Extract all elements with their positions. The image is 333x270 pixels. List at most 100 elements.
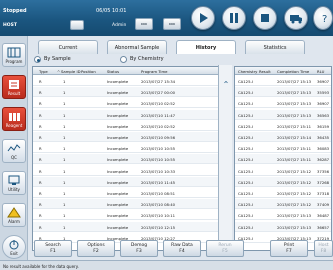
alarm-icon <box>7 207 21 218</box>
nav-result[interactable]: Result <box>2 75 26 99</box>
start-button[interactable] <box>191 6 215 30</box>
table-row[interactable]: CA125-I 2013/07/27 15:13 35593 <box>235 87 331 98</box>
help-button[interactable]: ? <box>313 6 333 30</box>
tab-history[interactable]: History <box>176 40 236 54</box>
table-row[interactable]: CA125-I 2013/07/27 15:12 37409 <box>235 199 331 210</box>
cell-chemistry: CA125-I <box>238 213 253 219</box>
function-button-f1[interactable]: Search F1 <box>34 240 72 257</box>
cell-chemistry: CA125-I <box>238 135 253 140</box>
function-button-f3[interactable]: Demog F3 <box>120 240 158 257</box>
nav-alarm[interactable]: Alarm <box>2 203 26 227</box>
result-tabs: Current Abnormal Sample History Statisti… <box>32 40 332 54</box>
table-row[interactable]: CA125-I 2013/07/27 15:13 36907 <box>235 76 331 86</box>
table-scrollbar[interactable]: ⌃ ⌄ <box>218 65 232 251</box>
table-row[interactable]: R 1 Incomplete 2013/07/10 08:51 <box>33 188 218 198</box>
table-row[interactable]: R 1 Incomplete 2013/07/10 11:47 <box>33 109 218 120</box>
cell-program-time: 2013/07/10 02:52 <box>141 101 176 107</box>
table-row[interactable]: R 1 Incomplete 2013/07/10 10:11 <box>33 210 218 221</box>
cell-rlu: 36287 <box>317 157 330 163</box>
tab-abnormal-sample[interactable]: Abnormal Sample <box>107 40 167 54</box>
table-row[interactable]: CA125-I 2013/07/27 15:13 36657 <box>235 221 331 232</box>
col-completion-time[interactable]: Completion Time <box>277 69 309 74</box>
table-row[interactable]: CA125-I 2013/07/27 15:11 36159 <box>235 121 331 131</box>
emergency-button[interactable] <box>284 6 308 30</box>
function-button-f2[interactable]: Options F2 <box>77 240 115 257</box>
function-button-f8[interactable]: Host F8 <box>314 240 333 257</box>
table-row[interactable]: R 1 Incomplete 2013/07/27 00:00 <box>33 87 218 98</box>
tab-current[interactable]: Current <box>38 40 98 54</box>
table-row[interactable]: R 1 Incomplete 2013/07/10 11:45 <box>33 176 218 187</box>
cell-completion-time: 2013/07/27 15:13 <box>277 101 312 107</box>
nav-reagent[interactable]: Reagent <box>2 107 26 131</box>
function-key-label: F2 <box>93 249 99 254</box>
table-row[interactable]: R 1 Incomplete 2013/07/10 10:33 <box>33 166 218 176</box>
table-row[interactable]: CA125-I 2013/07/27 15:13 36487 <box>235 210 331 221</box>
table-row[interactable]: CA125-I 2013/07/27 15:14 36435 <box>235 132 331 142</box>
stop-button[interactable] <box>253 6 277 30</box>
cell-status: Incomplete <box>107 101 129 107</box>
consumables-status-icon[interactable]: RRR <box>163 18 181 30</box>
function-button-f4[interactable]: Raw Data F4 <box>163 240 201 257</box>
cell-sample-id: 1 <box>63 101 66 107</box>
col-position[interactable]: Position <box>81 69 96 74</box>
nav-exit[interactable]: Exit <box>2 235 26 259</box>
col-chemistry[interactable]: Chemistry <box>238 69 257 74</box>
cell-rlu: 36083 <box>317 146 330 152</box>
table-row[interactable]: R 1 Incomplete 2013/07/10 02:52 <box>33 121 218 131</box>
table-row[interactable]: CA125-I 2013/07/27 15:12 37268 <box>235 176 331 187</box>
cell-type: R <box>39 101 42 107</box>
table-row[interactable]: CA125-I 2013/07/27 15:13 36907 <box>235 98 331 109</box>
table-row[interactable]: R 1 Incomplete 2013/07/10 10:55 <box>33 143 218 154</box>
cell-type: R <box>39 179 42 185</box>
col-type[interactable]: Type <box>39 69 48 74</box>
table-row[interactable]: R 1 Incomplete 2013/07/27 15:34 <box>33 76 218 86</box>
cell-status: Incomplete <box>107 213 129 219</box>
reagent-status-icon[interactable]: RRR <box>135 18 153 30</box>
function-key-label: F1 <box>50 249 56 254</box>
nav-qc[interactable]: QC <box>2 139 26 163</box>
table-row[interactable]: CA125-I 2013/07/27 15:12 37356 <box>235 166 331 176</box>
cell-status: Incomplete <box>107 224 129 230</box>
col-result[interactable]: Result <box>259 69 271 74</box>
by-chemistry-radio[interactable]: By Chemistry <box>120 55 190 65</box>
cell-status: Incomplete <box>107 146 129 152</box>
table-row[interactable]: CA125-I 2013/07/27 15:13 36563 <box>235 109 331 120</box>
nav-utility[interactable]: Utility <box>2 171 26 195</box>
scroll-up-icon[interactable]: ⌃ <box>220 80 232 90</box>
cell-program-time: 2013/07/10 10:55 <box>141 146 176 152</box>
table-row[interactable]: CA125-I 2013/07/27 15:11 36287 <box>235 154 331 165</box>
cell-sample-id: 1 <box>63 191 66 196</box>
cell-status: Incomplete <box>107 191 129 196</box>
function-button-f7[interactable]: Print F7 <box>270 240 308 257</box>
cell-chemistry: CA125-I <box>238 90 253 96</box>
tab-statistics[interactable]: Statistics <box>245 40 305 54</box>
cell-program-time: 2013/07/27 00:00 <box>141 90 176 96</box>
table-row[interactable]: R 1 Incomplete 2013/07/10 02:52 <box>33 98 218 109</box>
cell-completion-time: 2013/07/27 15:11 <box>277 146 312 152</box>
cell-program-time: 2013/07/10 11:45 <box>141 179 176 185</box>
cell-sample-id: 1 <box>63 168 66 174</box>
lis-connection-icon[interactable] <box>70 20 84 30</box>
cell-status: Incomplete <box>107 135 129 140</box>
col-status[interactable]: Status <box>107 69 119 74</box>
nav-program[interactable]: Program <box>2 43 26 67</box>
table-row[interactable]: R 1 Incomplete 2013/07/10 10:55 <box>33 154 218 165</box>
table-row[interactable]: R 1 Incomplete 2013/07/10 08:40 <box>33 199 218 210</box>
table-row[interactable]: R 1 Incomplete 2013/07/10 09:56 <box>33 132 218 142</box>
col-sample-id[interactable]: Sample ID <box>61 69 81 74</box>
cell-type: R <box>39 90 42 96</box>
table-row[interactable]: R 1 Incomplete 2013/07/10 12:15 <box>33 221 218 232</box>
function-button-f5[interactable]: Rerun F5 <box>206 240 244 257</box>
cell-sample-id: 1 <box>63 213 66 219</box>
table-row[interactable]: CA125-I 2013/07/27 15:11 36083 <box>235 143 331 154</box>
cell-chemistry: CA125-I <box>238 191 253 196</box>
table-row[interactable]: CA125-I 2013/07/27 15:12 37318 <box>235 188 331 198</box>
reagent-icon <box>9 113 20 121</box>
col-rlu[interactable]: RLU <box>317 69 324 74</box>
by-sample-radio[interactable]: By Sample <box>34 55 104 65</box>
status-message: No result available for the data query. <box>3 264 79 269</box>
cell-program-time: 2013/07/10 10:33 <box>141 168 176 174</box>
col-program-time[interactable]: Program Time <box>141 69 168 74</box>
cell-completion-time: 2013/07/27 15:12 <box>277 191 312 196</box>
pause-button[interactable] <box>222 6 246 30</box>
